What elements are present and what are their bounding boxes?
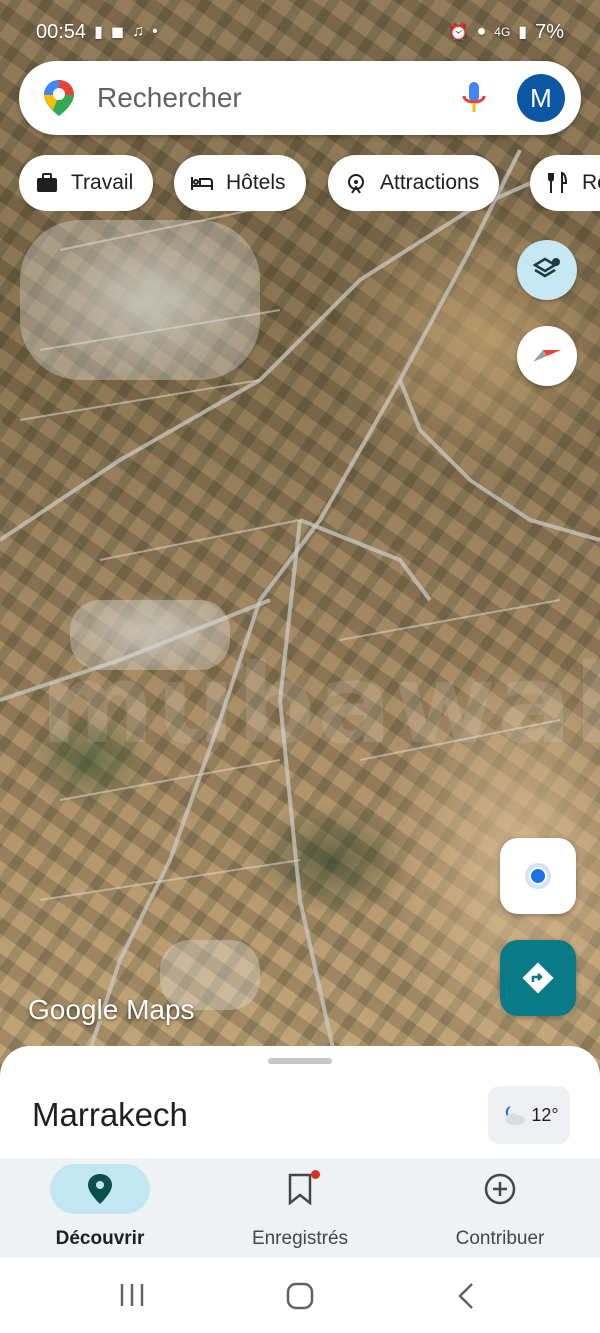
home-icon[interactable] bbox=[286, 1282, 314, 1310]
nav-icon-container bbox=[250, 1164, 350, 1214]
notification-alert-icon: ▮ bbox=[94, 24, 103, 41]
nav-icon-container bbox=[450, 1164, 550, 1214]
chip-label: Re bbox=[582, 171, 600, 194]
recent-apps-icon[interactable] bbox=[118, 1282, 146, 1308]
chip-travail[interactable]: Travail bbox=[19, 155, 154, 211]
search-input[interactable]: Rechercher bbox=[97, 82, 459, 114]
add-circle-icon bbox=[484, 1173, 516, 1205]
chip-label: Travail bbox=[71, 171, 134, 194]
status-time: 00:54 bbox=[36, 20, 87, 43]
chip-label: Attractions bbox=[380, 171, 480, 194]
tiktok-icon: ♫ bbox=[132, 23, 145, 40]
notification-badge bbox=[311, 1170, 320, 1179]
my-location-button[interactable] bbox=[500, 838, 576, 914]
moon-cloud-icon bbox=[505, 1106, 526, 1125]
chip-hotels[interactable]: Hôtels bbox=[174, 155, 306, 211]
battery-level: 7% bbox=[535, 20, 564, 43]
directions-button[interactable] bbox=[500, 940, 576, 1016]
signal-icon: ▮ bbox=[518, 24, 528, 41]
chip-label: Hôtels bbox=[226, 171, 286, 194]
watermark: mubawab bbox=[40, 640, 600, 768]
nav-active-indicator bbox=[50, 1164, 150, 1214]
weather-chip[interactable]: 12° bbox=[488, 1086, 570, 1144]
nav-decouvrir[interactable]: Découvrir bbox=[0, 1158, 200, 1258]
bed-icon bbox=[191, 177, 213, 190]
layers-button[interactable] bbox=[517, 240, 577, 300]
bottom-navigation: Découvrir Enregistrés Contribuer bbox=[0, 1158, 600, 1258]
attractions-icon bbox=[348, 174, 364, 194]
chip-restaurants[interactable]: Re bbox=[530, 155, 600, 211]
google-maps-attribution: Google Maps bbox=[28, 994, 195, 1025]
bookmark-icon bbox=[288, 1173, 312, 1205]
alarm-icon: ⏰ bbox=[448, 24, 469, 41]
search-bar[interactable]: Rechercher M bbox=[19, 61, 581, 135]
nav-enregistres[interactable]: Enregistrés bbox=[200, 1158, 400, 1258]
directions-icon bbox=[522, 962, 554, 994]
avatar-initial: M bbox=[530, 82, 552, 113]
nav-label: Découvrir bbox=[55, 1228, 145, 1249]
temperature: 12° bbox=[531, 1104, 559, 1125]
network-type: 4G bbox=[494, 25, 511, 39]
location-pin-icon bbox=[88, 1174, 112, 1204]
sheet-drag-handle[interactable] bbox=[268, 1058, 332, 1064]
nav-label: Enregistrés bbox=[251, 1228, 349, 1249]
nav-contribuer[interactable]: Contribuer bbox=[400, 1158, 600, 1258]
nav-label: Contribuer bbox=[455, 1228, 545, 1249]
briefcase-icon bbox=[37, 173, 57, 192]
back-icon[interactable] bbox=[456, 1282, 476, 1310]
bottom-sheet[interactable]: Marrakech 12° bbox=[0, 1046, 600, 1158]
restaurant-icon bbox=[548, 171, 568, 193]
compass-button[interactable] bbox=[517, 326, 577, 386]
my-location-icon bbox=[525, 863, 551, 889]
avatar[interactable]: M bbox=[517, 74, 565, 122]
place-name: Marrakech bbox=[32, 1096, 188, 1133]
compass-icon bbox=[533, 350, 561, 362]
status-bar: 00:54 ▮ ◼ ♫ • ⏰ ● 4G ▮ 7% bbox=[0, 14, 600, 50]
microphone-icon[interactable] bbox=[459, 80, 489, 116]
chip-attractions[interactable]: Attractions bbox=[328, 155, 500, 211]
location-status-icon: ● bbox=[476, 23, 487, 40]
system-navigation-bar bbox=[0, 1258, 600, 1333]
google-maps-logo-icon bbox=[44, 80, 74, 116]
layers-icon bbox=[532, 257, 560, 278]
shopping-bag-icon: ◼ bbox=[110, 24, 125, 41]
category-chips: Travail Hôtels Attractions Re bbox=[19, 155, 600, 211]
more-notifications-dot-icon: • bbox=[152, 23, 158, 40]
